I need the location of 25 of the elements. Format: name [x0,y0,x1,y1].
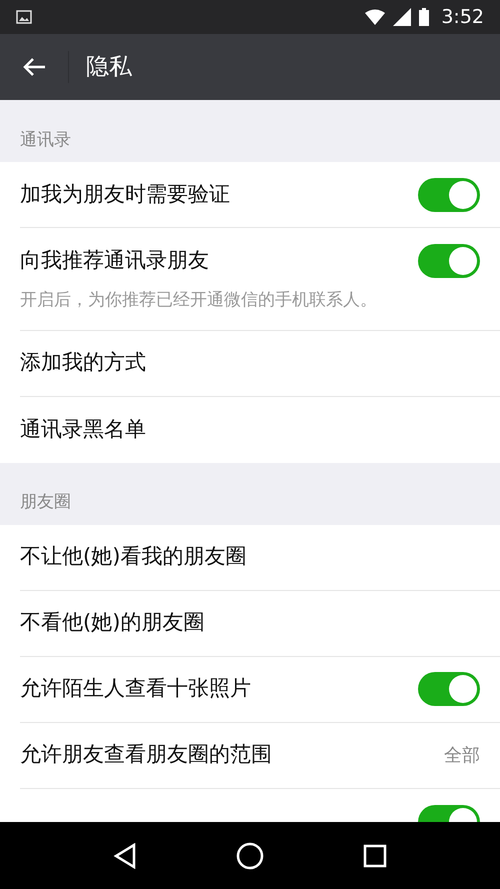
setting-label: 不看他(她)的朋友圈 [20,609,204,636]
setting-label: 通讯录黑名单 [20,416,146,443]
setting-label: 添加我的方式 [20,349,146,376]
toolbar-title: 隐私 [86,52,132,82]
recents-icon[interactable] [362,844,387,868]
setting-description: 开启后，为你推荐已经开通微信的手机联系人。 [20,289,378,312]
toggle-switch[interactable] [418,178,480,212]
back-icon[interactable] [113,842,138,868]
battery-icon [419,8,430,26]
toggle-switch[interactable] [418,244,480,278]
toggle-switch[interactable] [418,672,480,706]
image-icon [16,10,32,24]
signal-icon [393,8,412,26]
wifi-icon [365,9,386,25]
setting-label: 允许陌生人查看十张照片 [20,675,251,702]
home-icon[interactable] [236,842,264,870]
back-arrow-icon [22,57,46,77]
setting-label: 不让他(她)看我的朋友圈 [20,543,246,570]
status-time: 3:52 [441,4,484,30]
section-header: 通讯录 [20,128,71,152]
setting-value: 全部 [444,744,480,768]
setting-label: 允许朋友查看朋友圈的范围 [20,741,272,768]
setting-label: 加我为朋友时需要验证 [20,180,230,208]
section-header: 朋友圈 [20,491,71,514]
setting-label: 向我推荐通讯录朋友 [20,247,209,274]
